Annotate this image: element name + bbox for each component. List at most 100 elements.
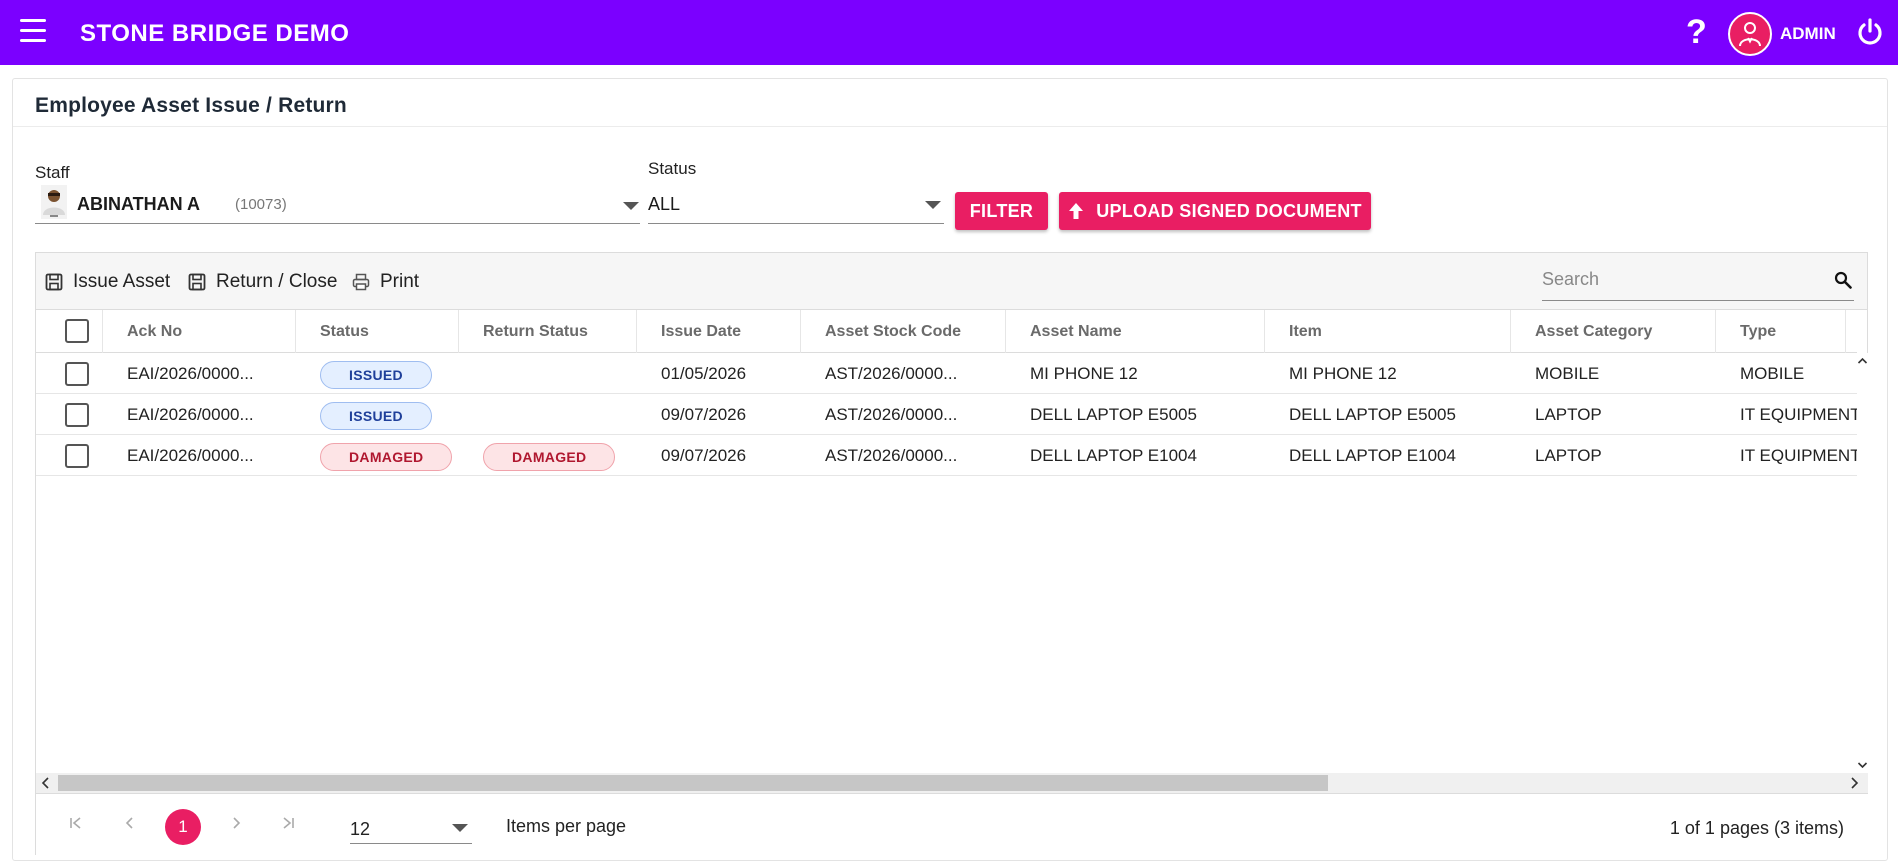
cell-status: ISSUED: [296, 353, 459, 394]
print-label: Print: [380, 271, 420, 292]
grid-toolbar: Issue Asset Return / Close Print: [36, 253, 1867, 310]
cell-item: DELL LAPTOP E5005: [1289, 405, 1456, 424]
first-page-icon[interactable]: [68, 815, 84, 831]
current-page-button[interactable]: 1: [165, 809, 201, 845]
status-label: Status: [648, 159, 697, 178]
table-row[interactable]: EAI/2026/0000... DAMAGED DAMAGED 09/07/2…: [36, 435, 1857, 476]
cell-ack-no: EAI/2026/0000...: [127, 405, 254, 424]
status-dropdown[interactable]: ALL: [648, 183, 944, 224]
select-all-cell: [36, 310, 103, 353]
power-icon[interactable]: [1855, 17, 1885, 47]
last-page-icon[interactable]: [280, 815, 296, 831]
table-header: Ack No Status Return Status Issue Date A…: [36, 310, 1857, 353]
issue-asset-label: Issue Asset: [73, 271, 171, 292]
user-avatar-icon: [1739, 22, 1761, 47]
cell-issue-date: 09/07/2026: [661, 446, 747, 465]
cell-status: ISSUED: [296, 394, 459, 435]
cell-asset-name: DELL LAPTOP E1004: [1030, 446, 1197, 465]
print-button[interactable]: Print: [352, 271, 419, 293]
save-icon: [188, 273, 206, 291]
scroll-up-icon[interactable]: [1857, 356, 1868, 366]
cell-return-status: [459, 353, 637, 394]
user-avatar[interactable]: [1728, 12, 1772, 56]
row-checkbox[interactable]: [65, 444, 89, 468]
cell-ack-no: EAI/2026/0000...: [127, 364, 254, 383]
upload-button-label: UPLOAD SIGNED DOCUMENT: [1096, 200, 1362, 221]
cell-ack-no: EAI/2026/0000...: [127, 446, 254, 465]
hamburger-menu-icon[interactable]: [20, 19, 48, 47]
cell-asset-name: MI PHONE 12: [1030, 364, 1138, 383]
printer-icon: [352, 273, 370, 291]
horizontal-scrollbar[interactable]: [36, 773, 1868, 793]
cell-item: MI PHONE 12: [1289, 364, 1397, 383]
chevron-down-icon: [452, 824, 468, 832]
save-icon: [45, 273, 63, 291]
status-badge: DAMAGED: [320, 442, 453, 471]
return-status-badge: DAMAGED: [483, 442, 616, 471]
return-close-button[interactable]: Return / Close: [188, 271, 337, 293]
col-issue-date[interactable]: Issue Date: [637, 310, 801, 353]
previous-page-icon[interactable]: [122, 815, 138, 831]
row-checkbox[interactable]: [65, 403, 89, 427]
status-value: ALL: [648, 194, 681, 214]
cell-category: LAPTOP: [1535, 405, 1602, 424]
col-return-status[interactable]: Return Status: [459, 310, 637, 353]
scroll-right-icon[interactable]: [1848, 773, 1860, 793]
app-title: STONE BRIDGE DEMO: [80, 20, 350, 47]
cell-category: MOBILE: [1535, 364, 1600, 383]
page-size-dropdown[interactable]: 12: [350, 807, 472, 844]
table-row[interactable]: EAI/2026/0000... ISSUED 09/07/2026 AST/2…: [36, 394, 1857, 435]
staff-code: (10073): [235, 196, 287, 213]
col-item[interactable]: Item: [1265, 310, 1511, 353]
page-size-value: 12: [350, 819, 371, 839]
top-app-bar: STONE BRIDGE DEMO ? ADMIN: [0, 0, 1898, 65]
chevron-down-icon: [925, 201, 941, 209]
vertical-scrollbar[interactable]: [1857, 353, 1868, 773]
cell-issue-date: 01/05/2026: [661, 364, 747, 383]
search-icon[interactable]: [1834, 271, 1852, 289]
col-asset-category[interactable]: Asset Category: [1511, 310, 1716, 353]
cell-return-status: [459, 394, 637, 435]
col-status[interactable]: Status: [296, 310, 459, 353]
help-icon[interactable]: ?: [1686, 13, 1707, 51]
scroll-down-icon[interactable]: [1857, 760, 1868, 770]
upload-signed-document-button[interactable]: UPLOAD SIGNED DOCUMENT: [1059, 192, 1371, 230]
cell-type: IT EQUIPMENT: [1740, 446, 1857, 465]
user-name[interactable]: ADMIN: [1780, 24, 1836, 44]
col-asset-stock-code[interactable]: Asset Stock Code: [801, 310, 1006, 353]
cell-stock-code: AST/2026/0000...: [825, 405, 958, 424]
col-asset-name[interactable]: Asset Name: [1006, 310, 1265, 353]
main-card: Employee Asset Issue / Return Staff ABIN…: [12, 78, 1888, 861]
page-title: Employee Asset Issue / Return: [35, 94, 347, 117]
staff-dropdown[interactable]: ABINATHAN A (10073): [35, 183, 640, 224]
row-checkbox[interactable]: [65, 362, 89, 386]
filter-button[interactable]: FILTER: [955, 192, 1048, 230]
horizontal-scroll-thumb[interactable]: [58, 775, 1328, 791]
cell-asset-name: DELL LAPTOP E5005: [1030, 405, 1197, 424]
staff-label: Staff: [35, 163, 70, 182]
asset-grid: Issue Asset Return / Close Print Search …: [35, 252, 1868, 855]
staff-photo: [41, 185, 67, 219]
cell-status: DAMAGED: [296, 435, 459, 476]
issue-asset-button[interactable]: Issue Asset: [45, 271, 170, 293]
cell-item: DELL LAPTOP E1004: [1289, 446, 1456, 465]
status-badge: ISSUED: [320, 360, 432, 389]
card-header: Employee Asset Issue / Return: [13, 79, 1887, 127]
pager: 1 12 Items per page 1 of 1 pages (3 item…: [36, 793, 1868, 855]
scroll-left-icon[interactable]: [40, 773, 52, 793]
cell-issue-date: 09/07/2026: [661, 405, 747, 424]
grid-search[interactable]: [1542, 261, 1854, 301]
table-row[interactable]: EAI/2026/0000... ISSUED 01/05/2026 AST/2…: [36, 353, 1857, 394]
staff-name: ABINATHAN A: [77, 194, 200, 214]
return-close-label: Return / Close: [216, 271, 338, 292]
cell-type: MOBILE: [1740, 364, 1805, 383]
select-all-checkbox[interactable]: [65, 319, 89, 343]
col-ack-no[interactable]: Ack No: [103, 310, 296, 353]
col-type[interactable]: Type: [1716, 310, 1846, 353]
pager-info: 1 of 1 pages (3 items): [1669, 818, 1844, 838]
search-input[interactable]: [1542, 269, 1822, 290]
next-page-icon[interactable]: [228, 815, 244, 831]
chevron-down-icon: [623, 202, 639, 210]
cell-stock-code: AST/2026/0000...: [825, 364, 958, 383]
status-badge: ISSUED: [320, 401, 432, 430]
